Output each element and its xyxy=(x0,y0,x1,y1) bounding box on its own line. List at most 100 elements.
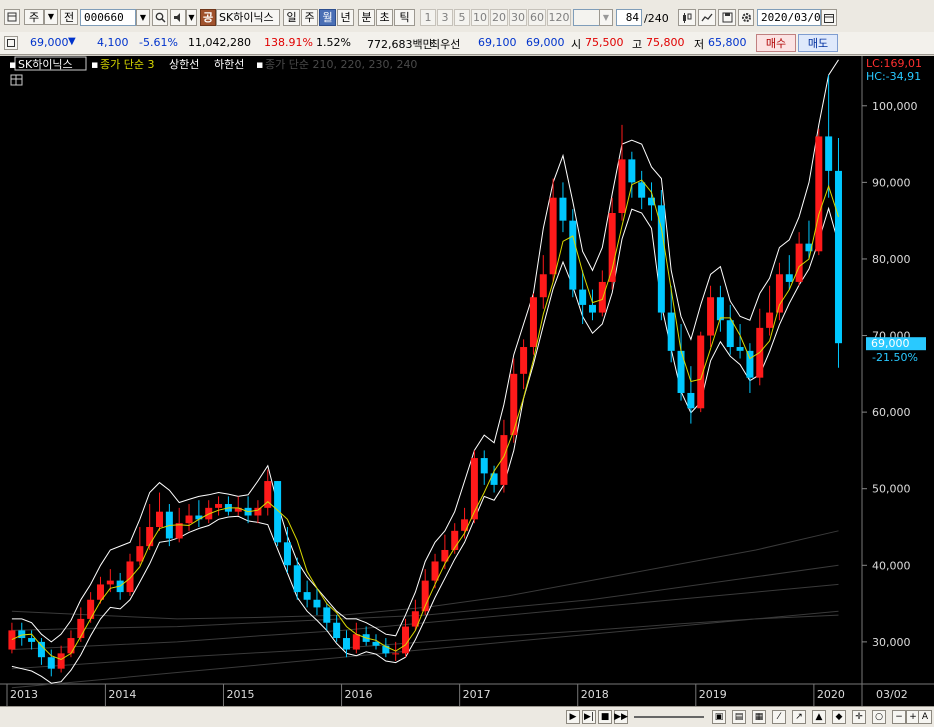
candle-body xyxy=(342,638,350,650)
grid-icon[interactable]: ▦ xyxy=(752,710,766,724)
interval-5-button[interactable]: 5 xyxy=(454,9,470,26)
period-tick-button[interactable]: 틱 xyxy=(394,9,415,26)
y-tick-label: 80,000 xyxy=(872,253,911,266)
period-week-button[interactable]: 주 xyxy=(301,9,318,26)
text-size-icon[interactable]: A xyxy=(918,710,932,724)
zoom-out-icon[interactable]: − xyxy=(892,710,906,724)
market-select[interactable]: 주 xyxy=(24,9,44,25)
candle-body xyxy=(57,653,65,669)
gear-icon[interactable] xyxy=(738,9,754,26)
interval-10-button[interactable]: 10 xyxy=(471,9,489,26)
candle-body xyxy=(687,392,695,409)
candle-body xyxy=(785,274,793,282)
bottom-toolbar: ▶ ▶| ■ ▶▶ ▣ ▤ ▦ ⁄ ↗ ▲ ◆ ✛ ○ − + A xyxy=(0,706,934,727)
legend-upper-band: 상한선 xyxy=(169,58,199,71)
candle-body xyxy=(431,561,439,581)
buy-button[interactable]: 매수 xyxy=(756,34,796,52)
search-icon[interactable] xyxy=(152,9,168,26)
interval-30-button[interactable]: 30 xyxy=(509,9,527,26)
candle-body xyxy=(834,170,842,344)
candle-body xyxy=(215,504,223,508)
trend-icon[interactable]: ↗ xyxy=(792,710,806,724)
candle-body xyxy=(667,312,675,351)
candle-body xyxy=(618,159,626,213)
candle-body xyxy=(766,312,774,328)
candle-body xyxy=(588,304,596,313)
speaker-dropdown-icon[interactable]: ▼ xyxy=(186,9,197,26)
candle-body xyxy=(569,220,577,290)
open-label: 시 xyxy=(571,38,582,51)
y-tick-label: 50,000 xyxy=(872,483,911,496)
candle-body xyxy=(392,653,400,655)
x-tick-label: 2013 xyxy=(10,688,38,701)
candle-body xyxy=(529,297,537,348)
sell-button[interactable]: 매도 xyxy=(798,34,838,52)
marker-icon[interactable]: ◆ xyxy=(832,710,846,724)
interval-3-button[interactable]: 3 xyxy=(437,9,453,26)
period-year-button[interactable]: 년 xyxy=(337,9,354,26)
screenshot-icon[interactable]: ▣ xyxy=(712,710,726,724)
save-icon[interactable] xyxy=(718,9,736,26)
candle-body xyxy=(77,618,85,639)
legend-bullet: ▪ xyxy=(256,58,263,71)
candle-body xyxy=(520,347,528,374)
fast-forward-icon[interactable]: ▶▶ xyxy=(614,710,628,724)
legend-lower-band: 하한선 xyxy=(214,57,244,71)
search-chart-icon[interactable]: ○ xyxy=(872,710,886,724)
crosshair-icon[interactable]: ✛ xyxy=(852,710,866,724)
speaker-icon[interactable] xyxy=(170,9,186,26)
market-label: 주 xyxy=(28,10,40,24)
period-month-button[interactable]: 월 xyxy=(319,9,336,26)
legend-bullet: ▪ xyxy=(91,58,98,71)
candle-body xyxy=(657,205,665,313)
volume: 11,042,280 xyxy=(188,36,251,49)
interval-dropdown-icon[interactable]: ▼ xyxy=(599,9,613,26)
code-dropdown-icon[interactable]: ▼ xyxy=(136,9,150,26)
interval-120-button[interactable]: 120 xyxy=(547,9,571,26)
chart-settings-icon[interactable] xyxy=(4,9,20,25)
interval-1-button[interactable]: 1 xyxy=(420,9,436,26)
legend-stock-name: SK하이닉스 xyxy=(18,57,73,71)
stock-code-input[interactable]: 000660 xyxy=(80,9,136,26)
indicator-icon[interactable] xyxy=(698,9,716,26)
zoom-slider[interactable] xyxy=(634,716,704,718)
stop-icon[interactable]: ■ xyxy=(598,710,612,724)
open-price: 75,500 xyxy=(585,36,624,49)
period-minute-button[interactable]: 분 xyxy=(358,9,375,26)
period-toggle[interactable]: 전 xyxy=(60,9,78,25)
period-day-button[interactable]: 일 xyxy=(283,9,300,26)
interval-60-button[interactable]: 60 xyxy=(528,9,546,26)
candlestick-chart[interactable]: 30,00040,00050,00060,00070,00080,00090,0… xyxy=(0,56,934,706)
price-chart[interactable]: 30,000 40,000 50,000 60,000 70,000 80,000 90,0… xyxy=(0,56,934,706)
calendar-icon[interactable] xyxy=(821,9,837,26)
period-second-button[interactable]: 초 xyxy=(376,9,393,26)
candle-body xyxy=(579,289,587,305)
quote-panel-icon[interactable] xyxy=(4,36,18,50)
candle-body xyxy=(539,274,547,298)
interval-20-button[interactable]: 20 xyxy=(490,9,508,26)
scroll-end-icon[interactable]: ▶| xyxy=(582,710,596,724)
bid-price: 69,000 xyxy=(526,36,565,49)
candle-body xyxy=(470,458,478,520)
scroll-right-icon[interactable]: ▶ xyxy=(566,710,580,724)
x-tick-label: 2020 xyxy=(817,688,845,701)
mountain-icon[interactable]: ▲ xyxy=(812,710,826,724)
candle-body xyxy=(815,136,823,252)
price-change: 4,100 xyxy=(97,36,129,49)
priority-quote-label: 최우선 xyxy=(430,38,461,51)
market-dropdown-icon[interactable]: ▼ xyxy=(44,9,58,25)
bar-count-input[interactable]: 84 xyxy=(616,9,642,26)
layout-icon[interactable]: ▤ xyxy=(732,710,746,724)
date-input[interactable]: 2020/03/02 xyxy=(757,9,827,26)
candle-body xyxy=(156,511,164,527)
high-label: 고 xyxy=(632,38,643,51)
high-price: 75,800 xyxy=(646,36,685,49)
ask-price: 69,100 xyxy=(478,36,517,49)
candle-body xyxy=(254,507,262,516)
candle-type-icon[interactable] xyxy=(678,9,696,26)
line-draw-icon[interactable]: ⁄ xyxy=(772,710,786,724)
candle-body xyxy=(775,274,783,313)
top-toolbar: 주 ▼ 전 000660 ▼ ▼ 공 SK하이닉스 일 주 월 년 분 초 틱 … xyxy=(0,0,934,33)
candle-body xyxy=(136,546,144,562)
candle-body xyxy=(303,592,311,600)
